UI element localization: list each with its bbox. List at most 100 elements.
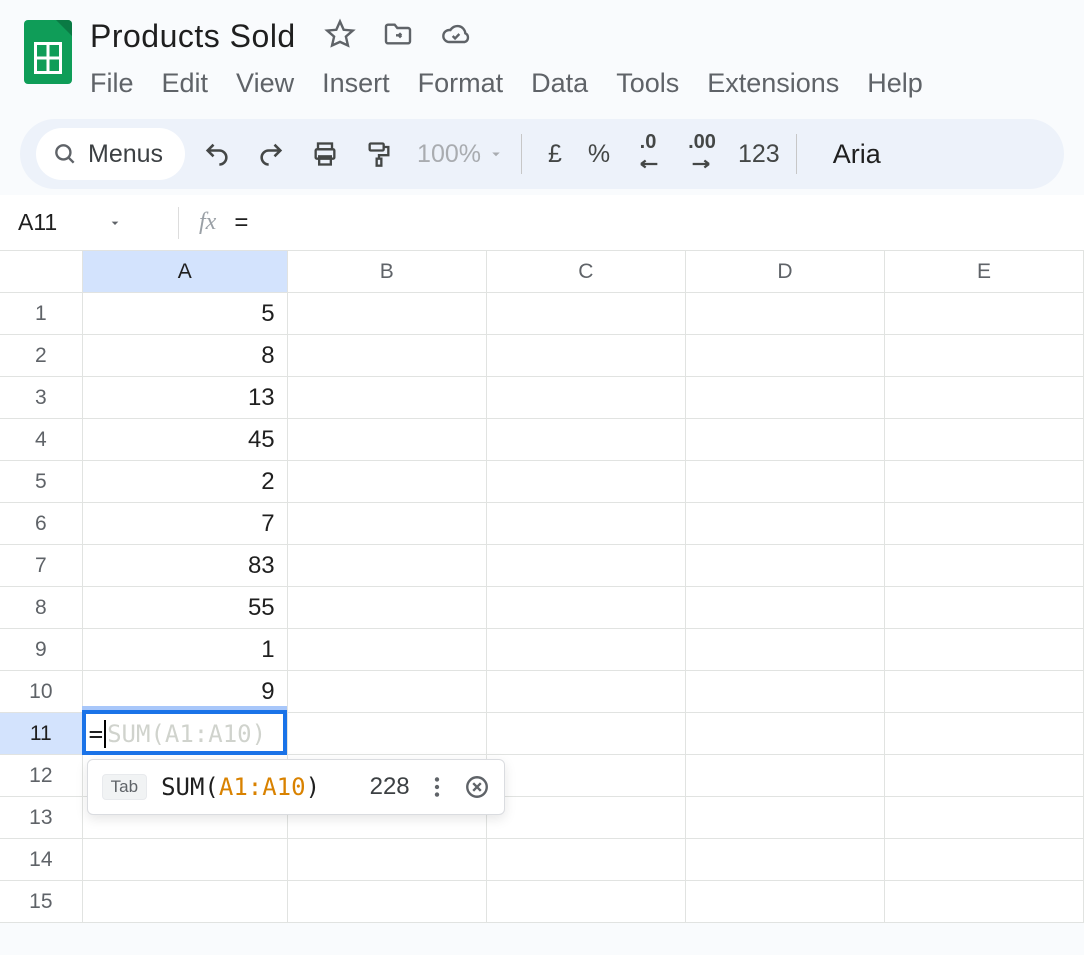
cell-B11[interactable] bbox=[288, 713, 487, 754]
print-button[interactable] bbox=[303, 132, 347, 176]
increase-decimal-button[interactable]: .00 bbox=[680, 132, 724, 176]
cell-E8[interactable] bbox=[885, 587, 1084, 628]
star-icon[interactable] bbox=[324, 18, 356, 55]
row-header[interactable]: 14 bbox=[0, 839, 83, 880]
cell-E4[interactable] bbox=[885, 419, 1084, 460]
cell-A9[interactable]: 1 bbox=[83, 629, 288, 670]
cell-E1[interactable] bbox=[885, 293, 1084, 334]
row-header[interactable]: 13 bbox=[0, 797, 83, 838]
menu-file[interactable]: File bbox=[90, 68, 134, 99]
cell-B7[interactable] bbox=[288, 545, 487, 586]
menu-tools[interactable]: Tools bbox=[616, 68, 679, 99]
cell-B3[interactable] bbox=[288, 377, 487, 418]
row-header[interactable]: 7 bbox=[0, 545, 83, 586]
cell-D6[interactable] bbox=[686, 503, 885, 544]
cell-C10[interactable] bbox=[487, 671, 686, 712]
cell-E14[interactable] bbox=[885, 839, 1084, 880]
cell-D15[interactable] bbox=[686, 881, 885, 922]
menu-extensions[interactable]: Extensions bbox=[707, 68, 839, 99]
sheets-app-icon[interactable] bbox=[20, 14, 76, 90]
cell-E12[interactable] bbox=[885, 755, 1084, 796]
cell-A2[interactable]: 8 bbox=[83, 335, 288, 376]
cell-B8[interactable] bbox=[288, 587, 487, 628]
row-header[interactable]: 8 bbox=[0, 587, 83, 628]
cell-E15[interactable] bbox=[885, 881, 1084, 922]
cell-C11[interactable] bbox=[487, 713, 686, 754]
name-box[interactable]: A11 bbox=[18, 209, 178, 236]
row-header[interactable]: 3 bbox=[0, 377, 83, 418]
cell-B1[interactable] bbox=[288, 293, 487, 334]
menu-insert[interactable]: Insert bbox=[322, 68, 390, 99]
paint-format-button[interactable] bbox=[357, 132, 401, 176]
cell-E13[interactable] bbox=[885, 797, 1084, 838]
menu-edit[interactable]: Edit bbox=[162, 68, 209, 99]
doc-title[interactable]: Products Sold bbox=[90, 18, 296, 55]
cell-E10[interactable] bbox=[885, 671, 1084, 712]
cell-E9[interactable] bbox=[885, 629, 1084, 670]
select-all-corner[interactable] bbox=[0, 251, 83, 292]
cell-E7[interactable] bbox=[885, 545, 1084, 586]
cell-A14[interactable] bbox=[83, 839, 288, 880]
spreadsheet-grid[interactable]: A B C D E 1 5 2 8 3 13 4 45 5 2 6 7 7 bbox=[0, 251, 1084, 923]
cell-E5[interactable] bbox=[885, 461, 1084, 502]
cell-D14[interactable] bbox=[686, 839, 885, 880]
cell-E3[interactable] bbox=[885, 377, 1084, 418]
cell-A1[interactable]: 5 bbox=[83, 293, 288, 334]
cell-C5[interactable] bbox=[487, 461, 686, 502]
menu-data[interactable]: Data bbox=[531, 68, 588, 99]
cell-D11[interactable] bbox=[686, 713, 885, 754]
currency-format-button[interactable]: £ bbox=[538, 140, 572, 169]
col-header-D[interactable]: D bbox=[686, 251, 885, 292]
cell-D7[interactable] bbox=[686, 545, 885, 586]
cell-C7[interactable] bbox=[487, 545, 686, 586]
cell-B15[interactable] bbox=[288, 881, 487, 922]
cell-B10[interactable] bbox=[288, 671, 487, 712]
col-header-A[interactable]: A bbox=[83, 251, 288, 292]
menu-help[interactable]: Help bbox=[867, 68, 923, 99]
cell-C2[interactable] bbox=[487, 335, 686, 376]
cell-C4[interactable] bbox=[487, 419, 686, 460]
redo-button[interactable] bbox=[249, 132, 293, 176]
col-header-E[interactable]: E bbox=[885, 251, 1084, 292]
suggestion-text[interactable]: SUM(A1:A10) bbox=[161, 773, 320, 801]
cell-A8[interactable]: 55 bbox=[83, 587, 288, 628]
cell-A4[interactable]: 45 bbox=[83, 419, 288, 460]
font-family-dropdown[interactable]: Aria bbox=[813, 139, 881, 170]
cell-D5[interactable] bbox=[686, 461, 885, 502]
more-options-button[interactable] bbox=[424, 774, 450, 800]
cell-A15[interactable] bbox=[83, 881, 288, 922]
row-header[interactable]: 2 bbox=[0, 335, 83, 376]
cell-D10[interactable] bbox=[686, 671, 885, 712]
cell-C14[interactable] bbox=[487, 839, 686, 880]
cell-E11[interactable] bbox=[885, 713, 1084, 754]
cell-D13[interactable] bbox=[686, 797, 885, 838]
cell-B14[interactable] bbox=[288, 839, 487, 880]
row-header[interactable]: 10 bbox=[0, 671, 83, 712]
cell-B9[interactable] bbox=[288, 629, 487, 670]
row-header[interactable]: 15 bbox=[0, 881, 83, 922]
row-header[interactable]: 9 bbox=[0, 629, 83, 670]
cell-D1[interactable] bbox=[686, 293, 885, 334]
cell-C12[interactable] bbox=[487, 755, 686, 796]
row-header[interactable]: 11 bbox=[0, 713, 83, 754]
cell-C9[interactable] bbox=[487, 629, 686, 670]
cell-A5[interactable]: 2 bbox=[83, 461, 288, 502]
row-header[interactable]: 12 bbox=[0, 755, 83, 796]
cell-A3[interactable]: 13 bbox=[83, 377, 288, 418]
dismiss-suggestion-button[interactable] bbox=[464, 774, 490, 800]
cell-C6[interactable] bbox=[487, 503, 686, 544]
cell-C15[interactable] bbox=[487, 881, 686, 922]
row-header[interactable]: 1 bbox=[0, 293, 83, 334]
cell-A6[interactable]: 7 bbox=[83, 503, 288, 544]
cell-C3[interactable] bbox=[487, 377, 686, 418]
cell-D9[interactable] bbox=[686, 629, 885, 670]
zoom-dropdown[interactable]: 100% bbox=[417, 140, 505, 169]
cell-C13[interactable] bbox=[487, 797, 686, 838]
move-to-folder-icon[interactable] bbox=[382, 18, 414, 55]
menu-format[interactable]: Format bbox=[418, 68, 504, 99]
cell-D8[interactable] bbox=[686, 587, 885, 628]
cell-B4[interactable] bbox=[288, 419, 487, 460]
row-header[interactable]: 5 bbox=[0, 461, 83, 502]
col-header-B[interactable]: B bbox=[288, 251, 487, 292]
cell-D12[interactable] bbox=[686, 755, 885, 796]
